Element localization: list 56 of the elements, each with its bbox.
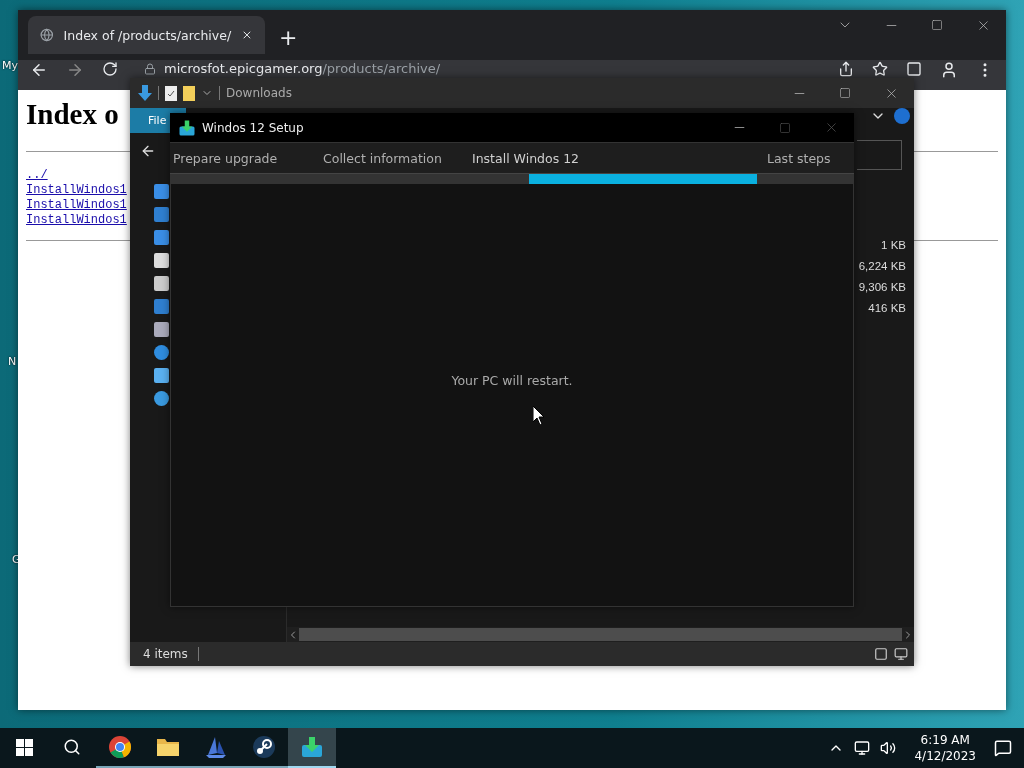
setup-step: Prepare upgrade xyxy=(173,150,323,166)
installer-icon xyxy=(178,118,196,137)
notifications-icon[interactable] xyxy=(994,739,1012,757)
forward-icon[interactable] xyxy=(66,61,84,79)
file-size: 416 KB xyxy=(868,301,906,316)
globe-icon xyxy=(40,27,54,43)
search-field[interactable] xyxy=(857,140,902,170)
desktop-icon-label: My xyxy=(2,59,18,72)
side-panel-icon[interactable] xyxy=(906,61,922,77)
folder-icon xyxy=(183,85,195,101)
file-link[interactable]: InstallWindos1 xyxy=(26,198,127,213)
mouse-pointer-icon xyxy=(533,406,545,425)
back-icon[interactable] xyxy=(140,143,156,159)
new-tab-button[interactable]: + xyxy=(279,25,298,50)
installer-icon xyxy=(300,735,324,759)
scrollbar-thumb[interactable] xyxy=(299,628,902,641)
folder-icon xyxy=(156,737,180,757)
file-size: 6,224 KB xyxy=(858,259,906,274)
maximize-icon[interactable] xyxy=(839,87,851,99)
taskbar-app[interactable] xyxy=(288,728,336,768)
profile-icon[interactable] xyxy=(940,61,958,79)
setup-step: Last steps xyxy=(767,150,831,166)
network-icon[interactable] xyxy=(854,740,871,756)
file-size: 1 KB xyxy=(881,238,906,253)
setup-step: Collect information xyxy=(323,150,472,166)
nav-item-icon[interactable] xyxy=(154,391,169,406)
properties-icon xyxy=(165,85,177,101)
browser-tab[interactable]: Index of /products/archive/ xyxy=(28,16,265,54)
steam-icon xyxy=(252,735,276,759)
reload-icon[interactable] xyxy=(102,61,118,77)
file-size: 9,306 KB xyxy=(858,280,906,295)
large-icons-view-icon[interactable] xyxy=(894,647,908,661)
setup-step: Install Windos 12 xyxy=(472,150,767,166)
file-link[interactable]: ../ xyxy=(26,168,48,183)
download-arrow-icon xyxy=(138,85,152,101)
file-link[interactable]: InstallWindos1 xyxy=(26,213,127,228)
volume-icon[interactable] xyxy=(880,740,897,756)
maximize-icon[interactable] xyxy=(931,19,943,31)
nav-item-icon[interactable] xyxy=(154,345,169,360)
desktop-icon-label: N xyxy=(8,355,17,368)
details-view-icon[interactable] xyxy=(874,647,888,661)
item-count: 4 items xyxy=(143,647,188,661)
sail-icon xyxy=(205,735,227,759)
share-icon[interactable] xyxy=(838,61,854,77)
search-icon[interactable] xyxy=(63,738,81,756)
window-title: Downloads xyxy=(226,86,292,100)
status-message: Your PC will restart. xyxy=(451,372,573,388)
clock[interactable]: 6:19 AM 4/12/2023 xyxy=(914,732,976,764)
lock-icon xyxy=(144,62,156,75)
back-icon[interactable] xyxy=(30,61,48,79)
window-title: Windos 12 Setup xyxy=(202,120,304,135)
file-link[interactable]: InstallWindos1 xyxy=(26,183,127,198)
bookmark-star-icon[interactable] xyxy=(872,61,888,77)
chrome-icon xyxy=(108,735,132,759)
page-heading: Index o xyxy=(26,98,119,131)
windows-logo-icon[interactable] xyxy=(15,738,33,756)
